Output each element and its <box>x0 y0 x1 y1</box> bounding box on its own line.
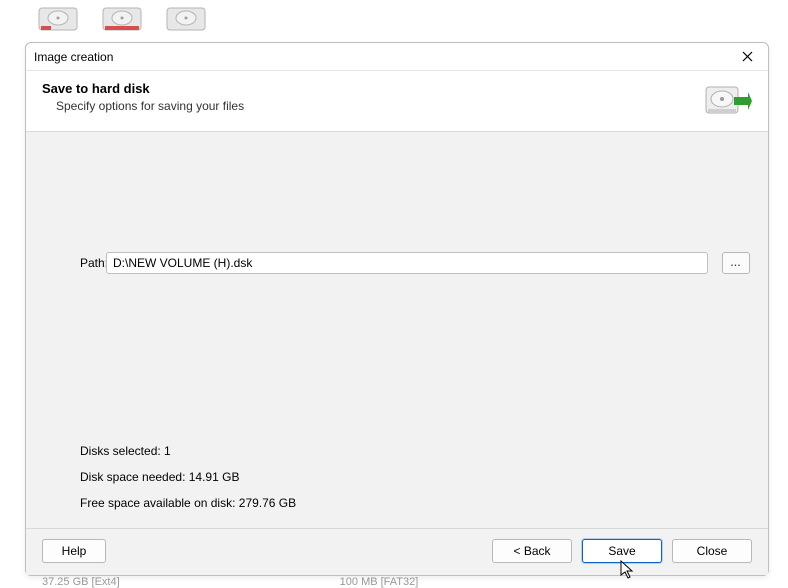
background-disks <box>38 4 206 34</box>
dialog-header: Save to hard disk Specify options for sa… <box>26 71 768 132</box>
label: Free space available on disk: <box>80 496 235 510</box>
window-title: Image creation <box>34 50 113 64</box>
space-needed-line: Disk space needed: 14.91 GB <box>80 470 750 484</box>
label: Disk space needed: <box>80 470 185 484</box>
titlebar: Image creation <box>26 43 768 71</box>
disk-icon <box>102 4 142 34</box>
path-label: Path: <box>44 256 92 270</box>
background-row: 37.25 GB [Ext4] 100 MB [FAT32] <box>42 576 418 588</box>
path-input[interactable] <box>106 252 708 274</box>
path-row: Path: ... <box>44 252 750 274</box>
disk-icon <box>166 4 206 34</box>
dialog-body: Path: ... Disks selected: 1 Disk space n… <box>26 132 768 528</box>
bg-text: 100 MB [FAT32] <box>340 576 419 588</box>
value: 1 <box>164 444 171 458</box>
hard-disk-save-icon <box>704 81 752 121</box>
label: Disks selected: <box>80 444 161 458</box>
help-button[interactable]: Help <box>42 539 106 563</box>
browse-label: ... <box>731 258 742 268</box>
close-button[interactable]: Close <box>672 539 752 563</box>
browse-button[interactable]: ... <box>722 252 750 274</box>
image-creation-dialog: Image creation Save to hard disk Specify… <box>25 42 769 576</box>
save-button[interactable]: Save <box>582 539 662 563</box>
value: 279.76 GB <box>239 496 296 510</box>
summary-info: Disks selected: 1 Disk space needed: 14.… <box>44 444 750 510</box>
back-button[interactable]: < Back <box>492 539 572 563</box>
heading: Save to hard disk <box>42 81 692 96</box>
value: 14.91 GB <box>189 470 240 484</box>
bg-text: 37.25 GB [Ext4] <box>42 576 120 588</box>
subheading: Specify options for saving your files <box>42 99 692 113</box>
disk-icon <box>38 4 78 34</box>
close-icon[interactable] <box>734 46 760 68</box>
dialog-footer: Help < Back Save Close <box>26 528 768 575</box>
disks-selected-line: Disks selected: 1 <box>80 444 750 458</box>
free-space-line: Free space available on disk: 279.76 GB <box>80 496 750 510</box>
